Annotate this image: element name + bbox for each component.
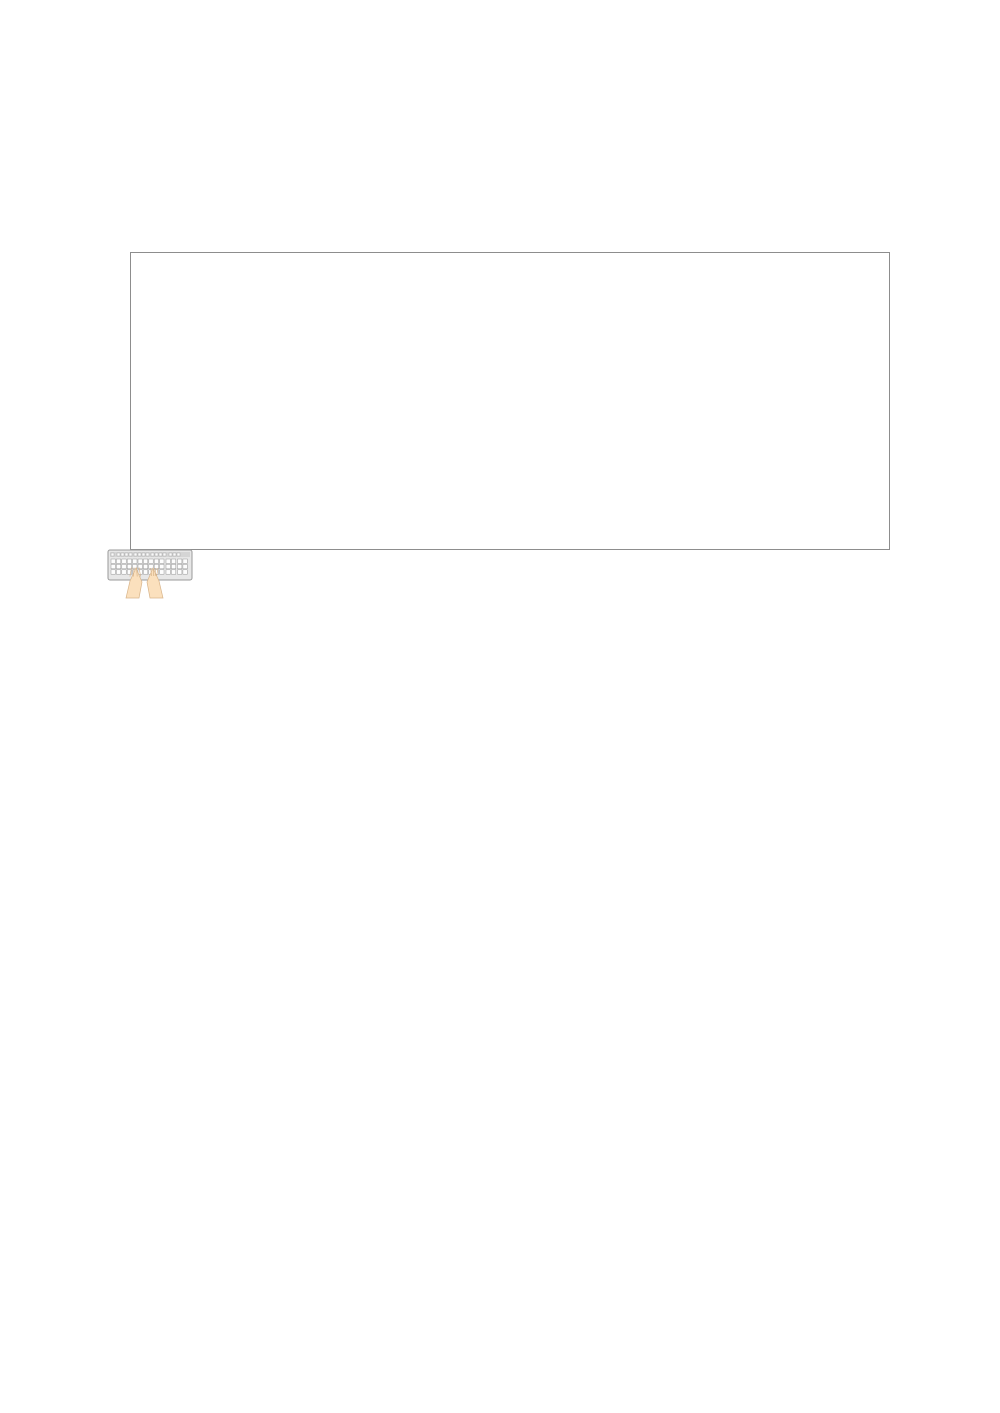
- keyboard-diagram: [130, 252, 890, 550]
- keyboard-shift-row: [136, 446, 884, 497]
- keyboard-number-row: [136, 287, 884, 338]
- keyboard-home-row: [136, 393, 884, 444]
- instruction-line: [96, 549, 200, 630]
- keyboard-function-row: [136, 257, 884, 284]
- keyboard-bottom-row: [136, 499, 884, 551]
- page-title-area: [0, 0, 1000, 235]
- keyboard-qwerty-row: [136, 340, 884, 391]
- typing-hands-icon: [106, 548, 194, 600]
